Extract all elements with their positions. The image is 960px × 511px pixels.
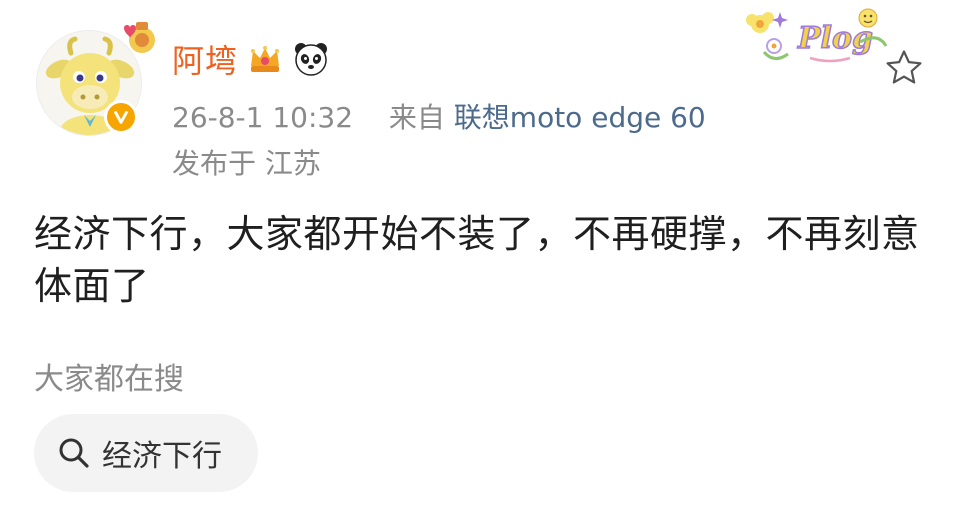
sticker-text: Plog (797, 21, 873, 56)
search-suggestion-chip[interactable]: 经济下行 (34, 414, 258, 492)
magnifier-icon (59, 438, 89, 468)
avatar-container[interactable] (36, 22, 155, 136)
star-outline-icon (886, 50, 922, 84)
search-chip-label: 经济下行 (102, 439, 222, 474)
favorite-button[interactable] (880, 44, 928, 92)
verified-badge (104, 100, 138, 134)
avatar-pendant-icon (124, 22, 155, 53)
post-meta: 26-8-1 10:32 来自 联想moto edge 60 (172, 96, 706, 136)
post-location: 发布于 江苏 (172, 147, 321, 180)
panda-badge-icon[interactable] (292, 40, 330, 78)
post-body-text: 经济下行，大家都开始不装了，不再硬撑，不再刻意体面了 (34, 212, 920, 308)
source-device-link[interactable]: 联想moto edge 60 (454, 101, 706, 134)
post-timestamp: 26-8-1 10:32 (172, 101, 354, 134)
crown-badge-icon[interactable] (246, 40, 284, 78)
username[interactable]: 阿塆 (172, 36, 238, 82)
trending-search-label: 大家都在搜 (34, 362, 184, 397)
username-row: 阿塆 (172, 36, 330, 82)
verified-v-icon (114, 111, 128, 124)
plog-sticker-icon: Plog (746, 8, 888, 63)
source-prefix: 来自 (388, 101, 445, 134)
